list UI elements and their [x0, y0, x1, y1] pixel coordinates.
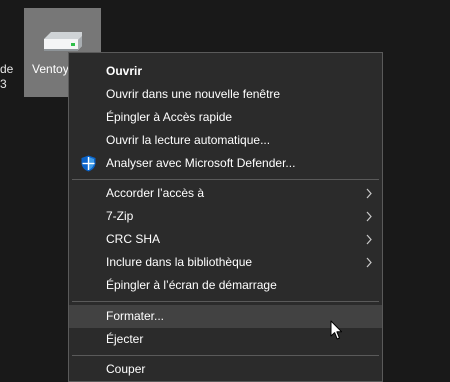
chevron-right-icon: [366, 188, 372, 199]
menu-item-label: Inclure dans la bibliothèque: [106, 255, 253, 269]
menu-item-ouvrir[interactable]: Ouvrir: [69, 60, 382, 83]
menu-item-label: Couper: [106, 362, 146, 376]
chevron-right-icon: [366, 211, 372, 222]
menu-item-7zip[interactable]: 7-Zip: [69, 205, 382, 228]
menu-item-scan-defender[interactable]: Analyser avec Microsoft Defender...: [69, 152, 382, 175]
partial-drive-label-2: 3: [0, 77, 7, 91]
menu-item-cut[interactable]: Couper: [69, 358, 382, 381]
mouse-cursor-icon: [330, 320, 343, 340]
menu-item-label: Ouvrir dans une nouvelle fenêtre: [106, 87, 281, 101]
menu-item-give-access[interactable]: Accorder l’accès à: [69, 182, 382, 205]
drive-label: Ventoy: [32, 62, 69, 76]
menu-separator: [72, 179, 379, 180]
menu-item-label: 7-Zip: [106, 209, 134, 223]
menu-separator: [72, 355, 379, 356]
menu-item-autoplay[interactable]: Ouvrir la lecture automatique...: [69, 129, 382, 152]
chevron-right-icon: [366, 257, 372, 268]
menu-item-label: Épingler à l’écran de démarrage: [106, 278, 277, 292]
menu-item-pin-quick-access[interactable]: Épingler à Accès rapide: [69, 106, 382, 129]
defender-shield-icon: [81, 155, 96, 172]
partial-drive-item[interactable]: de 3: [0, 0, 24, 376]
menu-item-label: Éjecter: [106, 332, 144, 346]
menu-item-label: Ouvrir: [106, 64, 143, 78]
menu-item-label: Accorder l’accès à: [106, 186, 205, 200]
menu-item-label: Analyser avec Microsoft Defender...: [106, 156, 296, 170]
menu-item-label: Épingler à Accès rapide: [106, 110, 233, 124]
menu-item-label: Formater...: [106, 309, 165, 323]
menu-item-label: CRC SHA: [106, 232, 161, 246]
menu-separator: [72, 301, 379, 302]
menu-item-open-new-window[interactable]: Ouvrir dans une nouvelle fenêtre: [69, 83, 382, 106]
menu-item-crc-sha[interactable]: CRC SHA: [69, 228, 382, 251]
menu-item-pin-start[interactable]: Épingler à l’écran de démarrage: [69, 274, 382, 297]
menu-item-include-library[interactable]: Inclure dans la bibliothèque: [69, 251, 382, 274]
partial-drive-label: de: [0, 62, 14, 76]
chevron-right-icon: [366, 234, 372, 245]
menu-item-label: Ouvrir la lecture automatique...: [106, 133, 271, 147]
